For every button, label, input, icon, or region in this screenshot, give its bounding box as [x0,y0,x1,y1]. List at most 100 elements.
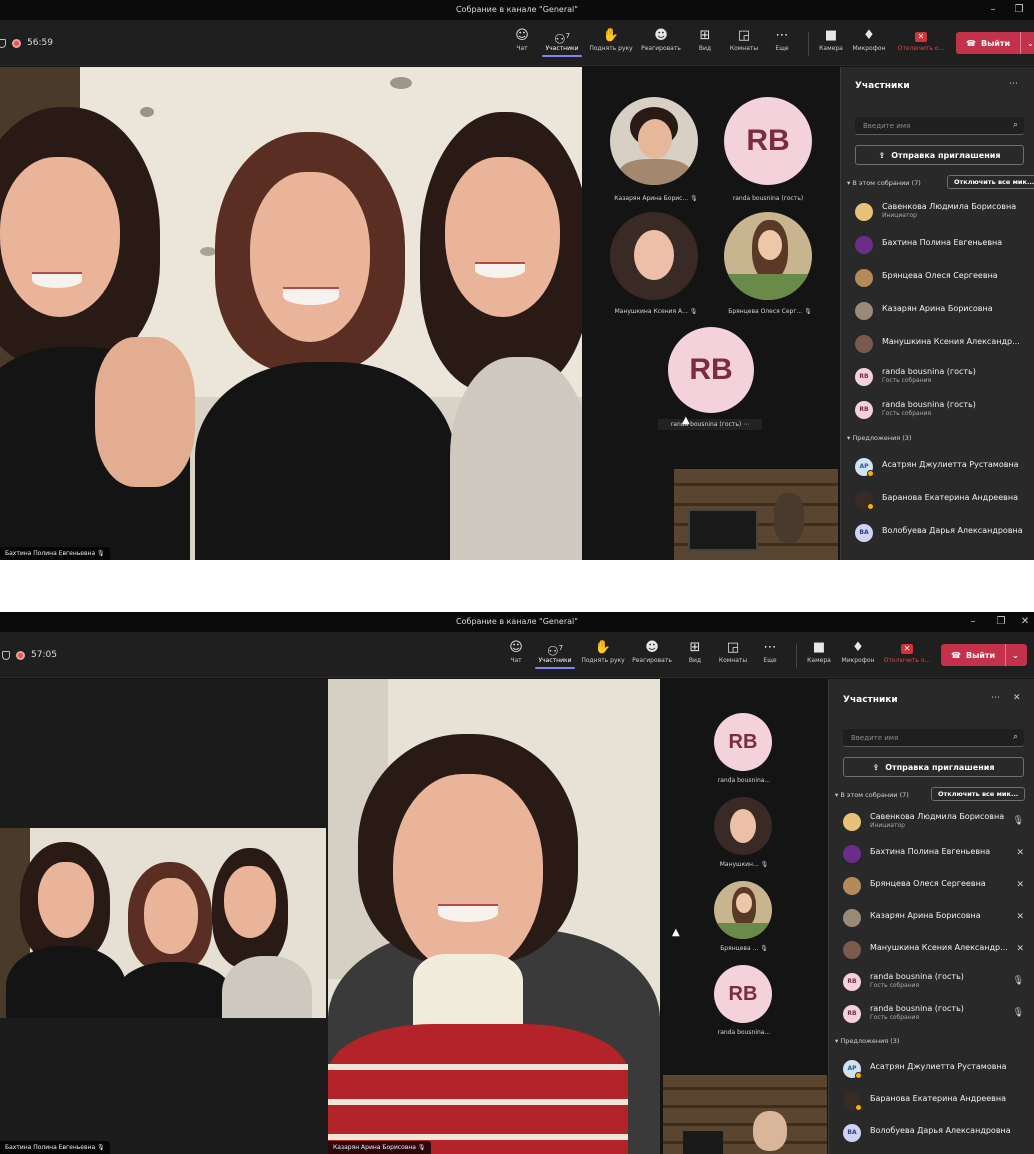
camera-button[interactable]: ■ Камера [804,639,834,664]
participant-avatar-photo[interactable] [610,97,698,185]
mouse-cursor: ▲ [672,927,680,938]
participant-row[interactable]: Манушкина Ксения Александр... [855,329,1028,359]
avatar: RB [843,1005,861,1023]
react-button[interactable]: ☻ Реагировать [638,27,684,52]
participant-row[interactable]: Бахтина Полина Евгеньевна ✕ [843,839,1028,869]
mic-button[interactable]: ♦ Микрофон [850,27,888,52]
invite-button[interactable]: ⇪ Отправка приглашения [855,145,1024,165]
suggestion-row[interactable]: ВА Волобуева Дарья Александровна [855,518,1028,548]
search-input[interactable]: Введите имя ⌕ [855,117,1024,135]
restore-icon[interactable]: ❐ [994,615,1008,629]
avatar [855,269,873,287]
participant-avatar-initials[interactable]: RB [724,97,812,185]
participant-avatar-initials[interactable]: RB [714,965,772,1023]
avatar [855,236,873,254]
participant-row[interactable]: Брянцева Олеся Сергеевна ✕ [843,871,1028,901]
suggestion-row[interactable]: Баранова Екатерина Андреевна [855,485,1028,515]
suggestion-row[interactable]: Баранова Екатерина Андреевна [843,1086,1028,1116]
minimize-icon[interactable]: – [986,3,1000,17]
mic-icon[interactable]: 🎙 [1013,816,1024,826]
participant-row[interactable]: RB randa bousnina (гость) Гость собрания … [843,999,1028,1029]
people-icon: ⚇7 [546,644,564,660]
mute-all-button[interactable]: Отключить все мик... [931,787,1026,801]
meeting-toolbar: 57:05 ☺ Чат ⚇7 Участники ✋ Поднять руку ☻ Ре… [0,632,1034,678]
close-icon[interactable]: ✕ [1013,693,1021,703]
self-view-video[interactable] [674,469,838,560]
chat-button[interactable]: ☺ Чат [512,27,532,52]
mic-off-icon[interactable]: ✕ [1016,912,1024,922]
invite-button[interactable]: ⇪ Отправка приглашения [843,757,1024,777]
participant-row[interactable]: Манушкина Ксения Александр... ✕ [843,935,1028,965]
meeting-window-1: Собрание в канале "General" – ❐ 56:59 ☺ Ч… [0,0,1034,560]
mute-all-button[interactable]: Отключить все мик... [947,175,1034,189]
avatar: ВА [855,524,873,542]
participant-row[interactable]: Бахтина Полина Евгеньевна [855,230,1028,260]
chevron-down-icon[interactable]: ⌄ [1005,644,1025,666]
participants-button[interactable]: ⚇7 Участники [535,639,575,669]
avatar [843,877,861,895]
minimize-icon[interactable]: – [966,615,980,629]
participant-row[interactable]: Казарян Арина Борисовна ✕ [843,903,1028,933]
camera-button[interactable]: ■ Камера [816,27,846,52]
view-button[interactable]: ⊞ Вид [695,27,715,52]
mic-icon[interactable]: 🎙 [1013,976,1024,986]
shield-icon [0,38,6,48]
hand-icon: ✋ [594,640,612,655]
participant-avatar-photo[interactable] [714,881,772,939]
self-view-video[interactable] [663,1075,827,1154]
suggestions-header[interactable]: ▾ Предложения (3) [835,1037,899,1045]
close-icon[interactable]: ✕ [1018,615,1032,629]
react-button[interactable]: ☻ Реагировать [629,639,675,664]
participant-row[interactable]: RB randa bousnina (гость) Гость собрания … [843,967,1028,997]
search-input[interactable]: Введите имя ⌕ [843,729,1024,747]
stop-share-button[interactable]: ✕ Отключить о... [896,27,946,52]
mic-off-icon[interactable]: ✕ [1016,880,1024,890]
participant-row[interactable]: Казарян Арина Борисовна [855,296,1028,326]
meeting-timer: 56:59 [0,38,53,48]
in-meeting-header[interactable]: ▾ В этом собрании (7) [835,791,909,799]
participant-avatar-photo[interactable] [714,797,772,855]
chat-button[interactable]: ☺ Чат [506,639,526,664]
rooms-button[interactable]: ◲ Комнаты [724,27,764,52]
more-options-icon[interactable]: ⋯ [991,693,1000,703]
mic-button[interactable]: ♦ Микрофон [839,639,877,664]
participant-avatar-photo[interactable] [610,212,698,300]
leave-button[interactable]: ☎ Выйти ⌄ [941,644,1027,666]
stop-share-button[interactable]: ✕ Отключить о... [882,639,932,664]
suggestions-header[interactable]: ▾ Предложения (3) [847,434,911,442]
more-options-icon[interactable]: ⋯ [1009,79,1018,89]
suggestion-row[interactable]: ВА Волобуева Дарья Александровна [843,1118,1028,1148]
participant-row[interactable]: RB randa bousnina (гость) Гость собрания [855,362,1028,392]
participant-avatar-initials[interactable]: RB [668,327,754,413]
main-video-tile[interactable]: Бахтина Полина Евгеньевна 🎙 [0,67,582,560]
main-video-tile[interactable]: Казарян Арина Борисовна 🎙 [328,679,660,1154]
participants-button[interactable]: ⚇7 Участники [542,27,582,57]
mic-icon[interactable]: 🎙 [1013,1008,1024,1018]
mic-off-icon: 🎙 [690,195,698,202]
in-meeting-header[interactable]: ▾ В этом собрании (7) [847,179,921,187]
participant-avatar-initials[interactable]: RB [714,713,772,771]
participant-row[interactable]: Савенкова Людмила Борисовна Инициатор 🎙 [843,807,1028,837]
mic-off-icon[interactable]: ✕ [1016,848,1024,858]
leave-button[interactable]: ☎ Выйти ⌄ [956,32,1034,54]
chevron-down-icon[interactable]: ⌄ [1020,32,1034,54]
mic-off-icon[interactable]: ✕ [1016,944,1024,954]
participant-avatar-photo[interactable] [724,212,812,300]
view-button[interactable]: ⊞ Вид [685,639,705,664]
participant-row[interactable]: RB randa bousnina (гость) Гость собрания [855,395,1028,425]
suggestion-row[interactable]: АР Асатрян Джулиетта Рустамовна [843,1054,1028,1084]
participant-row[interactable]: Брянцева Олеся Сергеевна [855,263,1028,293]
restore-icon[interactable]: ❐ [1012,3,1026,17]
more-button[interactable]: ⋯ Еще [770,27,794,52]
suggestion-row[interactable]: АР Асатрян Джулиетта Рустамовна [855,452,1028,482]
avatar [843,845,861,863]
phone-icon: ☎ [966,38,976,48]
participant-row[interactable]: Савенкова Людмила Борисовна Инициатор [855,197,1028,227]
rooms-button[interactable]: ◲ Комнаты [713,639,753,664]
group-video-tile[interactable] [0,828,326,1018]
raise-hand-button[interactable]: ✋ Поднять руку [578,639,628,664]
avatar [843,909,861,927]
more-button[interactable]: ⋯ Еще [758,639,782,664]
raise-hand-button[interactable]: ✋ Поднять руку [586,27,636,52]
mic-icon: ♦ [852,640,864,655]
